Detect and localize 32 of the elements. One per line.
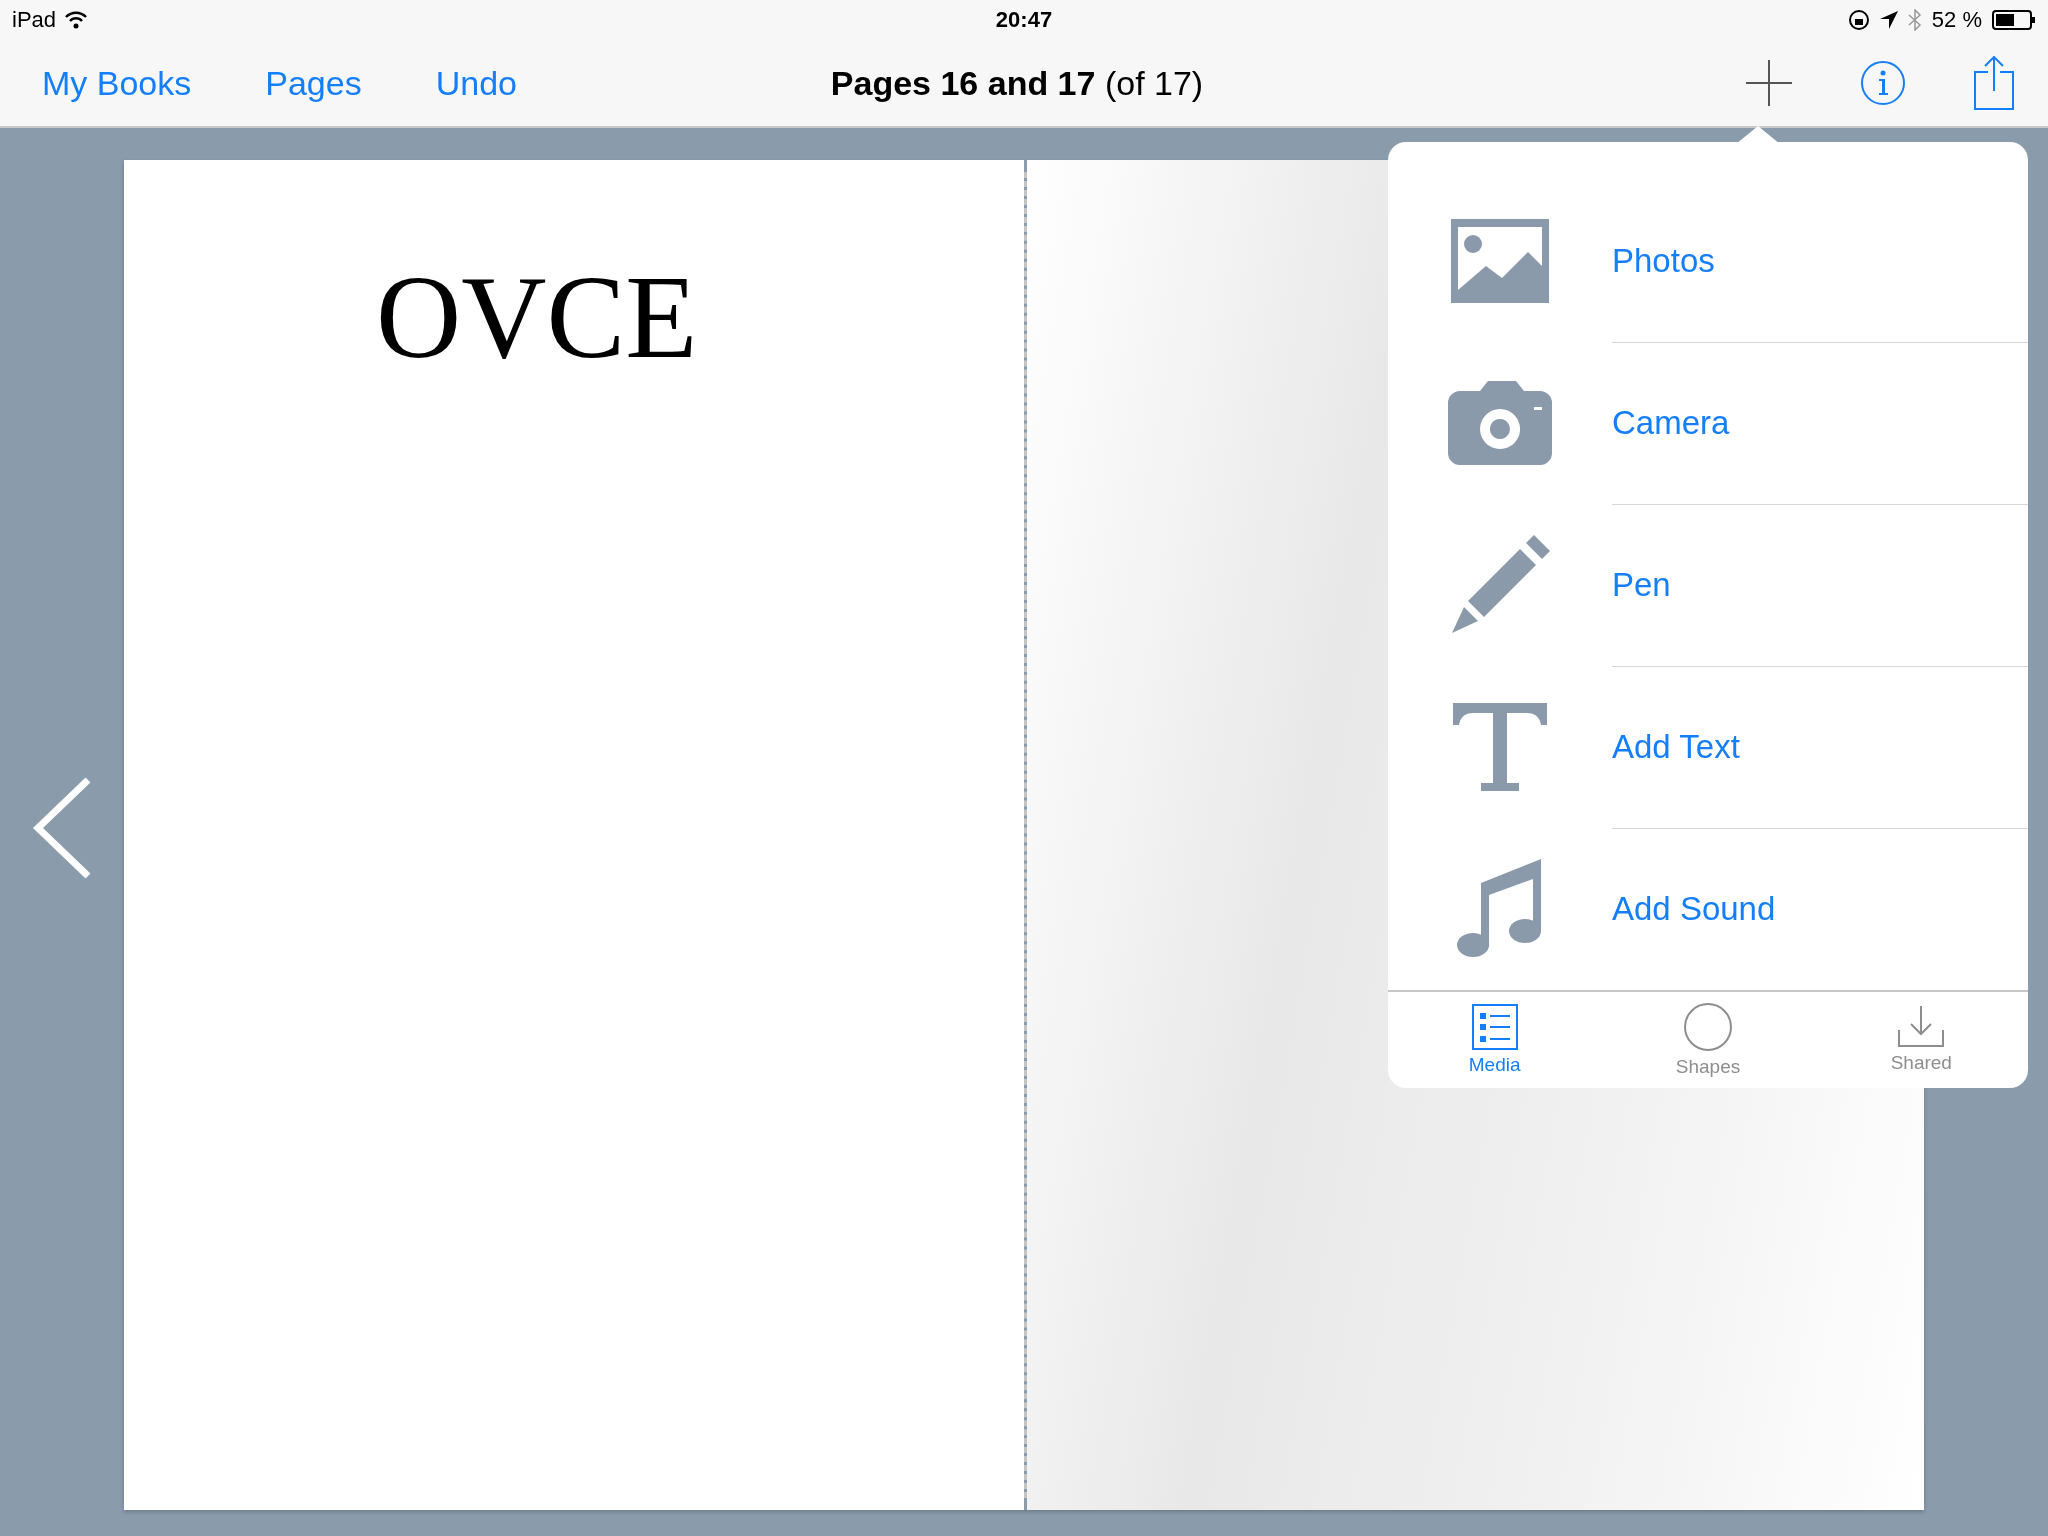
tab[interactable]: Shapes bbox=[1601, 992, 1815, 1088]
menu-item[interactable]: Pen bbox=[1612, 565, 1671, 604]
nav-button[interactable]: Undo bbox=[413, 63, 517, 103]
music-note-icon bbox=[1457, 859, 1543, 959]
info-icon[interactable] bbox=[1860, 60, 1906, 106]
menu-item[interactable]: Add Text bbox=[1612, 727, 1740, 766]
pencil-icon bbox=[1450, 535, 1550, 635]
menu-item[interactable]: Camera bbox=[1612, 403, 1730, 442]
camera-icon bbox=[1448, 381, 1552, 465]
bluetooth-icon bbox=[1907, 9, 1922, 31]
circle-icon bbox=[1683, 1002, 1733, 1052]
menu-item[interactable]: Add Sound bbox=[1612, 890, 1776, 928]
clock-time: 20:47 bbox=[995, 7, 1053, 32]
wifi-icon bbox=[64, 11, 89, 29]
download-icon bbox=[1898, 1006, 1945, 1048]
photo-icon bbox=[1451, 219, 1549, 303]
nav-button[interactable]: Pages bbox=[243, 63, 362, 103]
letter-t-icon bbox=[1453, 703, 1547, 791]
share-icon[interactable] bbox=[1974, 56, 2014, 110]
tab[interactable]: Media bbox=[1388, 992, 1602, 1088]
add-icon[interactable] bbox=[1746, 60, 1792, 106]
rotation-lock-icon bbox=[1847, 9, 1870, 31]
battery-percentage: 52 % bbox=[1931, 7, 1982, 33]
menu-item[interactable]: Photos bbox=[1612, 241, 1715, 280]
device-name: iPad bbox=[12, 7, 57, 33]
location-arrow-icon bbox=[1879, 11, 1898, 29]
nav-button[interactable]: My Books bbox=[20, 63, 192, 103]
page-title: Pages 16 and 17 (of 17) bbox=[830, 63, 1204, 103]
page-heading: OVCE bbox=[376, 251, 698, 385]
list-icon bbox=[1471, 1004, 1518, 1050]
battery-icon bbox=[1992, 10, 2036, 30]
tab[interactable]: Shared bbox=[1814, 992, 2028, 1088]
